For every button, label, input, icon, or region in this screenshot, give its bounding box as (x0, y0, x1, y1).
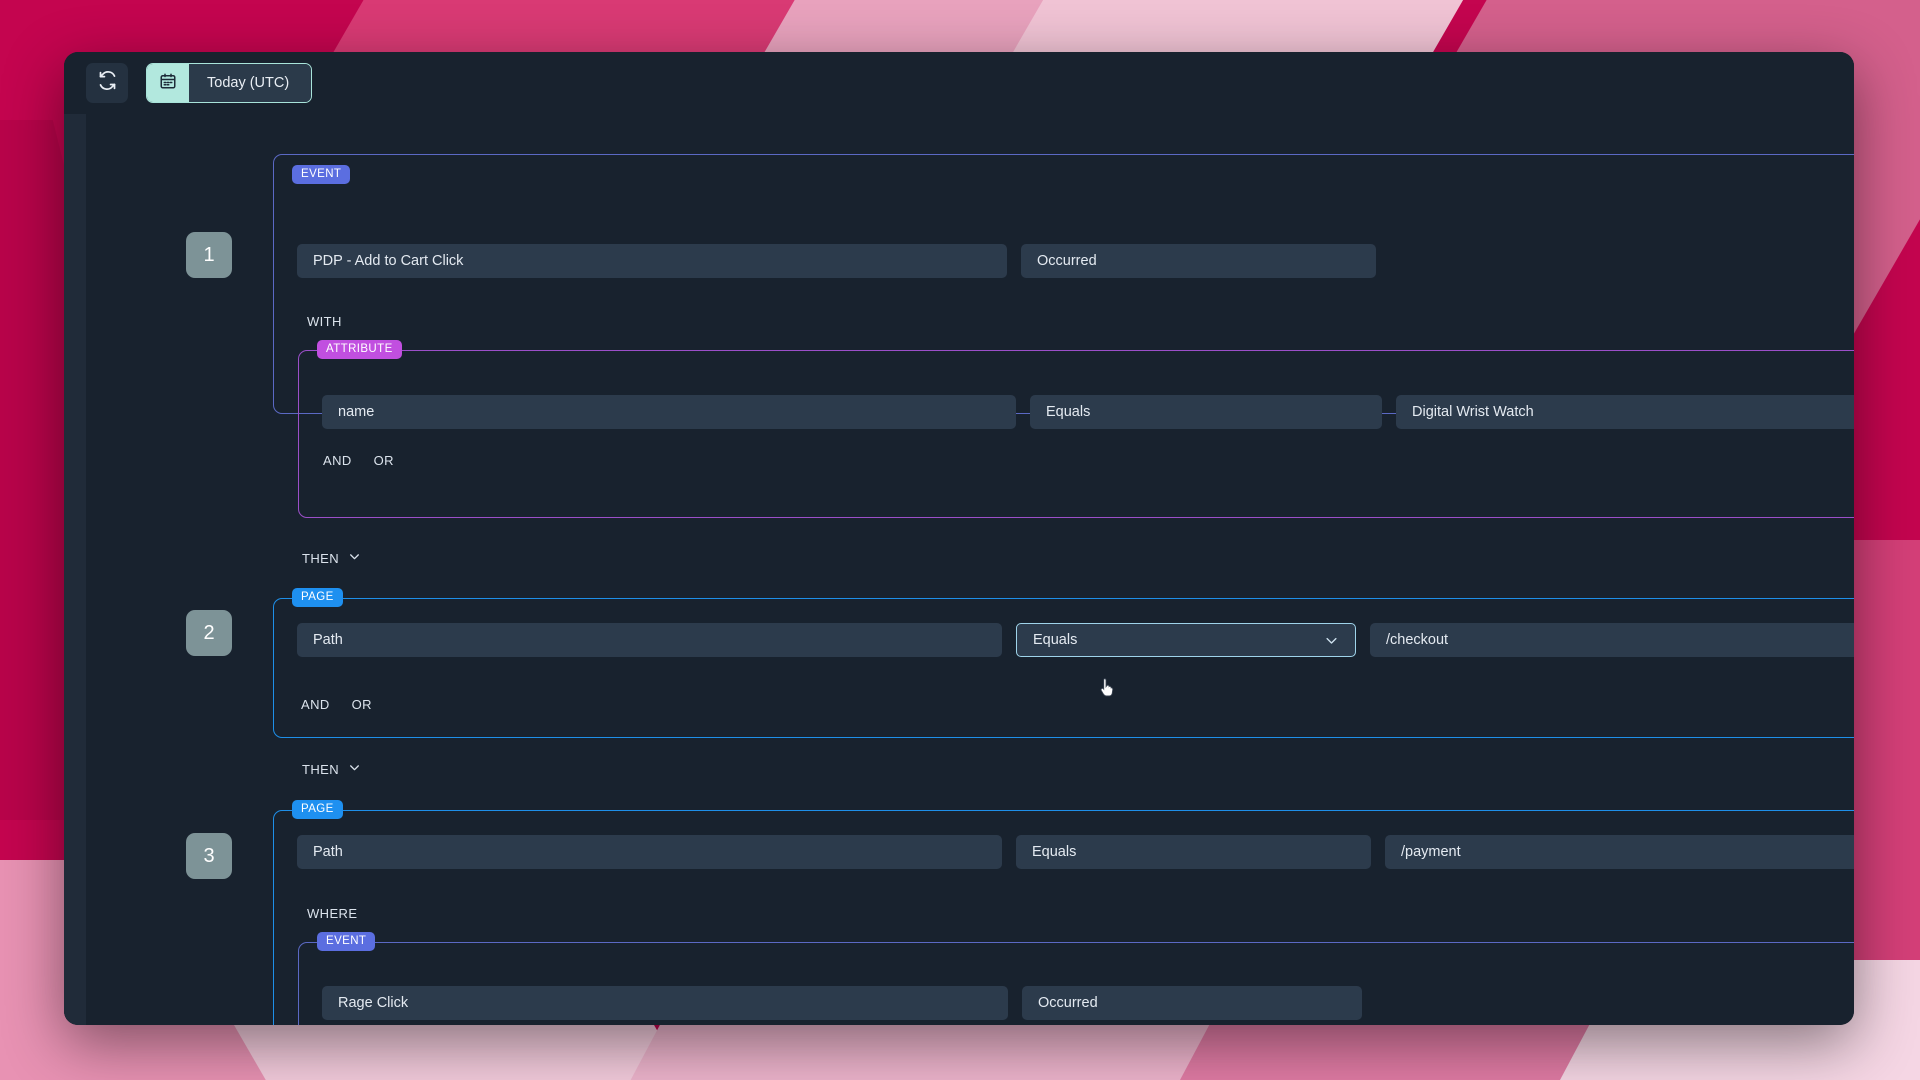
with-keyword: WITH (307, 314, 342, 329)
step-number-badge: 2 (186, 610, 232, 656)
then-label-1: THEN (302, 550, 339, 566)
left-rail (64, 114, 86, 1025)
event-name-field[interactable]: Rage Click (322, 986, 1008, 1020)
attribute-and-button[interactable]: AND (323, 453, 352, 468)
page-property-field[interactable]: Path (297, 835, 1002, 869)
event-operator-field[interactable]: Occurred (1022, 986, 1362, 1020)
page-or-button-2[interactable]: OR (352, 697, 372, 712)
page-operator-value: Equals (1033, 632, 1078, 648)
chevron-down-icon (348, 550, 361, 566)
attribute-logic-row: AND OR (323, 453, 394, 468)
page-field-row: Path Equals /checkout (297, 623, 1854, 657)
then-connector-1[interactable]: THEN (302, 550, 361, 566)
attribute-group-tag: ATTRIBUTE (317, 340, 402, 359)
event-operator-field[interactable]: Occurred (1021, 244, 1376, 278)
attribute-operator-field[interactable]: Equals (1030, 395, 1382, 429)
page-value-field[interactable]: /checkout (1370, 623, 1854, 657)
page-and-button-2[interactable]: AND (301, 697, 330, 712)
event-group-tag: EVENT (292, 165, 351, 184)
app-window: Today (UTC) 1 EVENT PDP - Add to Cart Cl… (64, 52, 1854, 1025)
attribute-name-field[interactable]: name (322, 395, 1016, 429)
page-condition-group: PAGE (273, 588, 1854, 738)
refresh-button[interactable] (86, 63, 128, 103)
page-field-row: Path Equals /payment (297, 835, 1854, 869)
event-field-row: Rage Click Occurred (322, 986, 1362, 1020)
event-field-row: PDP - Add to Cart Click Occurred (297, 244, 1376, 278)
page-group-tag: PAGE (292, 800, 343, 819)
attribute-or-button[interactable]: OR (374, 453, 394, 468)
step-number-badge: 1 (186, 232, 232, 278)
calendar-icon (159, 72, 177, 95)
funnel-canvas: 1 EVENT PDP - Add to Cart Click Occurred… (64, 114, 1854, 1025)
refresh-icon (97, 70, 118, 96)
page-value-field[interactable]: /payment (1385, 835, 1854, 869)
page-operator-field[interactable]: Equals (1016, 835, 1371, 869)
attribute-value-field[interactable]: Digital Wrist Watch (1396, 395, 1854, 429)
toolbar: Today (UTC) (64, 52, 1854, 114)
page-property-field[interactable]: Path (297, 623, 1002, 657)
date-range-label: Today (UTC) (189, 64, 312, 102)
chevron-down-icon (1324, 633, 1339, 648)
date-range-picker[interactable]: Today (UTC) (146, 63, 313, 103)
page-operator-select[interactable]: Equals (1016, 623, 1356, 657)
step-number-badge: 3 (186, 833, 232, 879)
page-group-tag: PAGE (292, 588, 343, 607)
attribute-condition-group: ATTRIBUTE (298, 340, 1854, 518)
page-logic-row-2: AND OR (301, 697, 372, 712)
attribute-field-row: name Equals Digital Wrist Watch (322, 395, 1854, 429)
chevron-down-icon (348, 761, 361, 777)
where-keyword: WHERE (307, 906, 358, 921)
event-name-field[interactable]: PDP - Add to Cart Click (297, 244, 1007, 278)
event-group-tag: EVENT (317, 932, 376, 951)
then-label-2: THEN (302, 761, 339, 777)
then-connector-2[interactable]: THEN (302, 761, 361, 777)
calendar-icon-box (147, 64, 189, 102)
